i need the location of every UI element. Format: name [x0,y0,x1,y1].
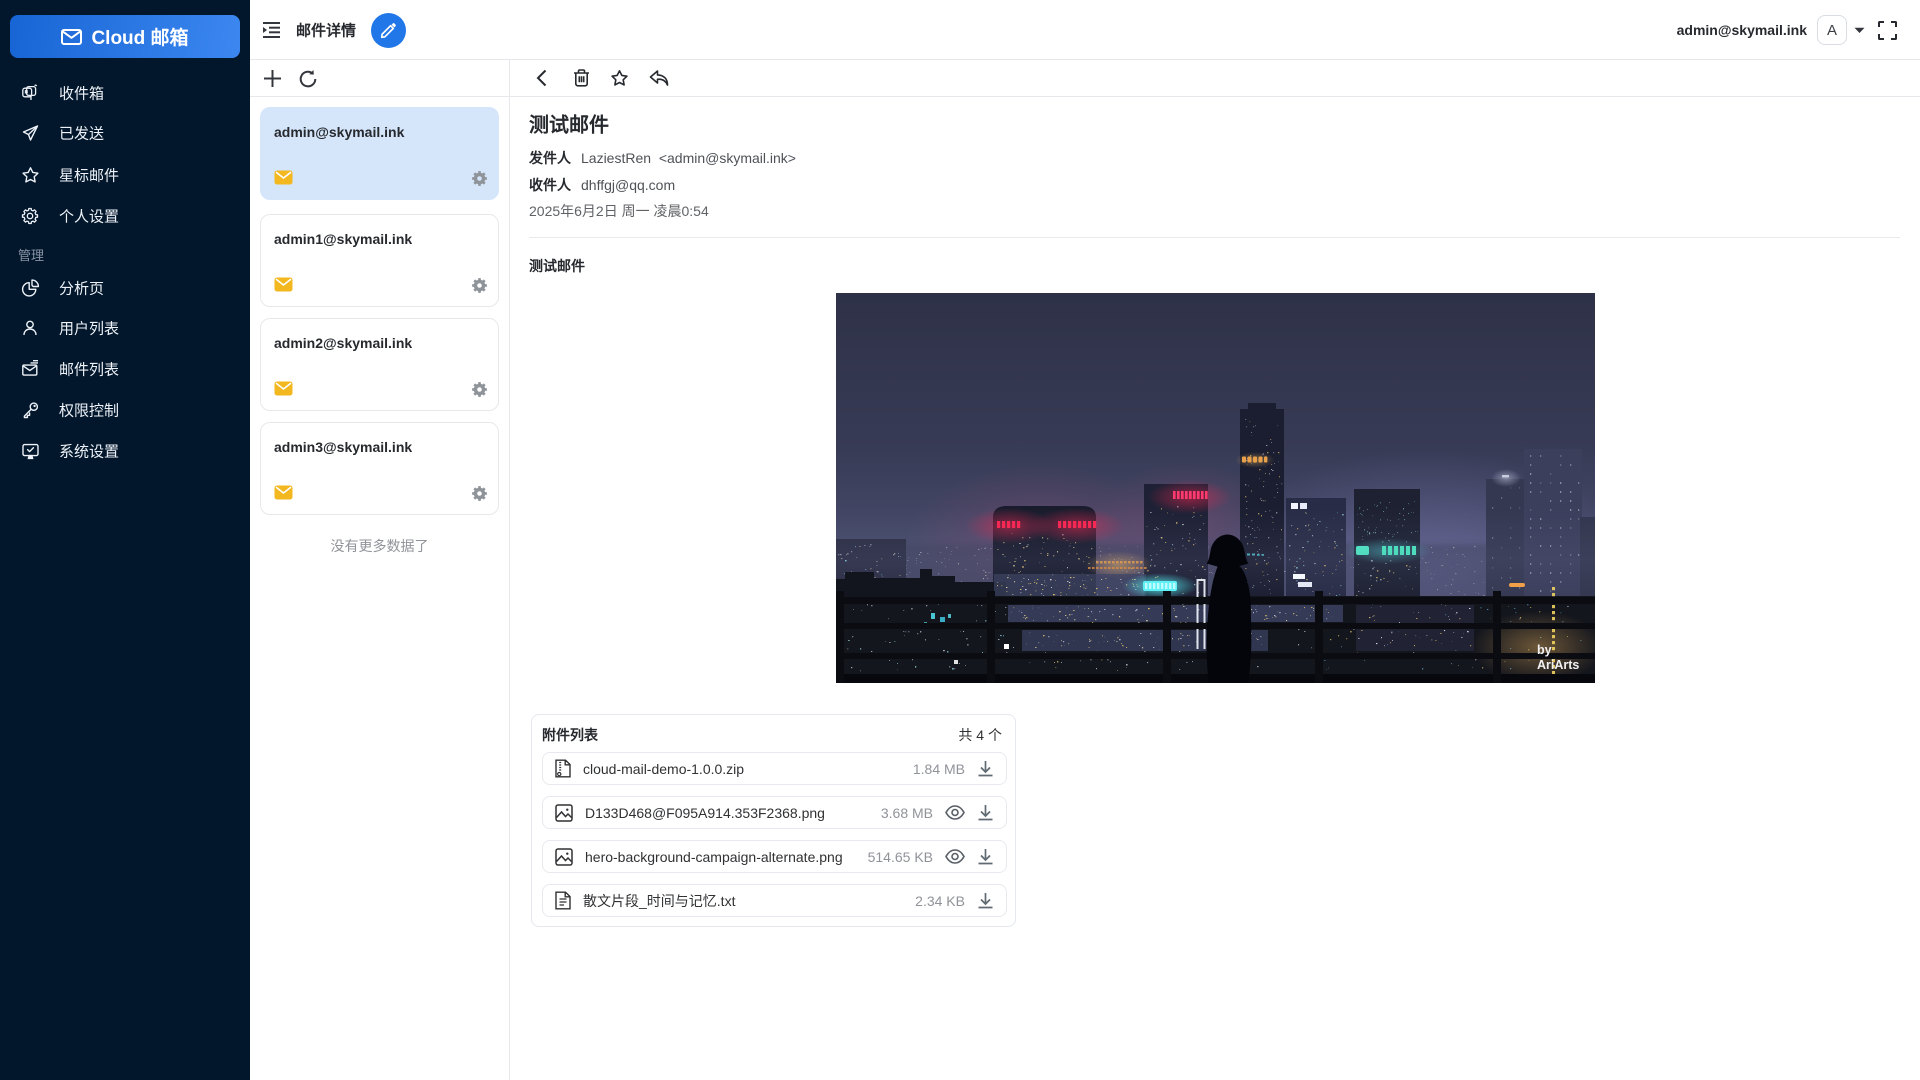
svg-text:by: by [1537,643,1552,657]
svg-text:AriArts: AriArts [1537,658,1579,672]
